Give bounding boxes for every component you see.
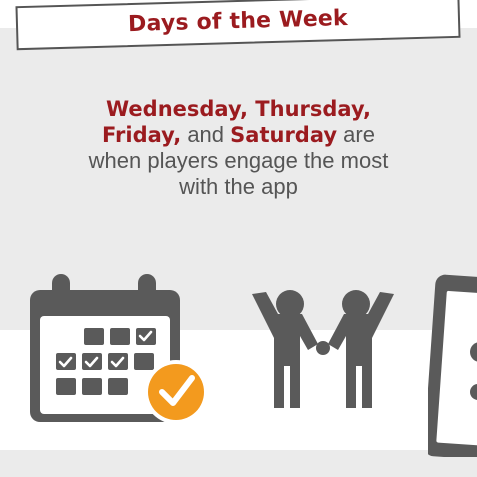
two-players-cheering-icon: [252, 290, 394, 408]
tablet-device-icon: [428, 274, 477, 457]
highlight-friday: Friday,: [102, 123, 182, 147]
page-title: Days of the Week: [127, 5, 349, 38]
highlight-saturday: Saturday: [230, 123, 338, 147]
engagement-statement: Wednesday, Thursday, Friday, and Saturda…: [20, 96, 457, 200]
are-word: are: [343, 122, 375, 147]
and-word: and: [187, 122, 225, 147]
statement-line-3: when players engage the most: [88, 148, 389, 173]
infographic: Days of the Week Wednesday, Thursday, Fr…: [0, 0, 477, 477]
statement-line-4: with the app: [179, 174, 298, 199]
highlight-weekdays: Wednesday, Thursday,: [106, 97, 371, 121]
calendar-check-icon: [30, 274, 208, 424]
bottom-panel: [0, 450, 477, 477]
